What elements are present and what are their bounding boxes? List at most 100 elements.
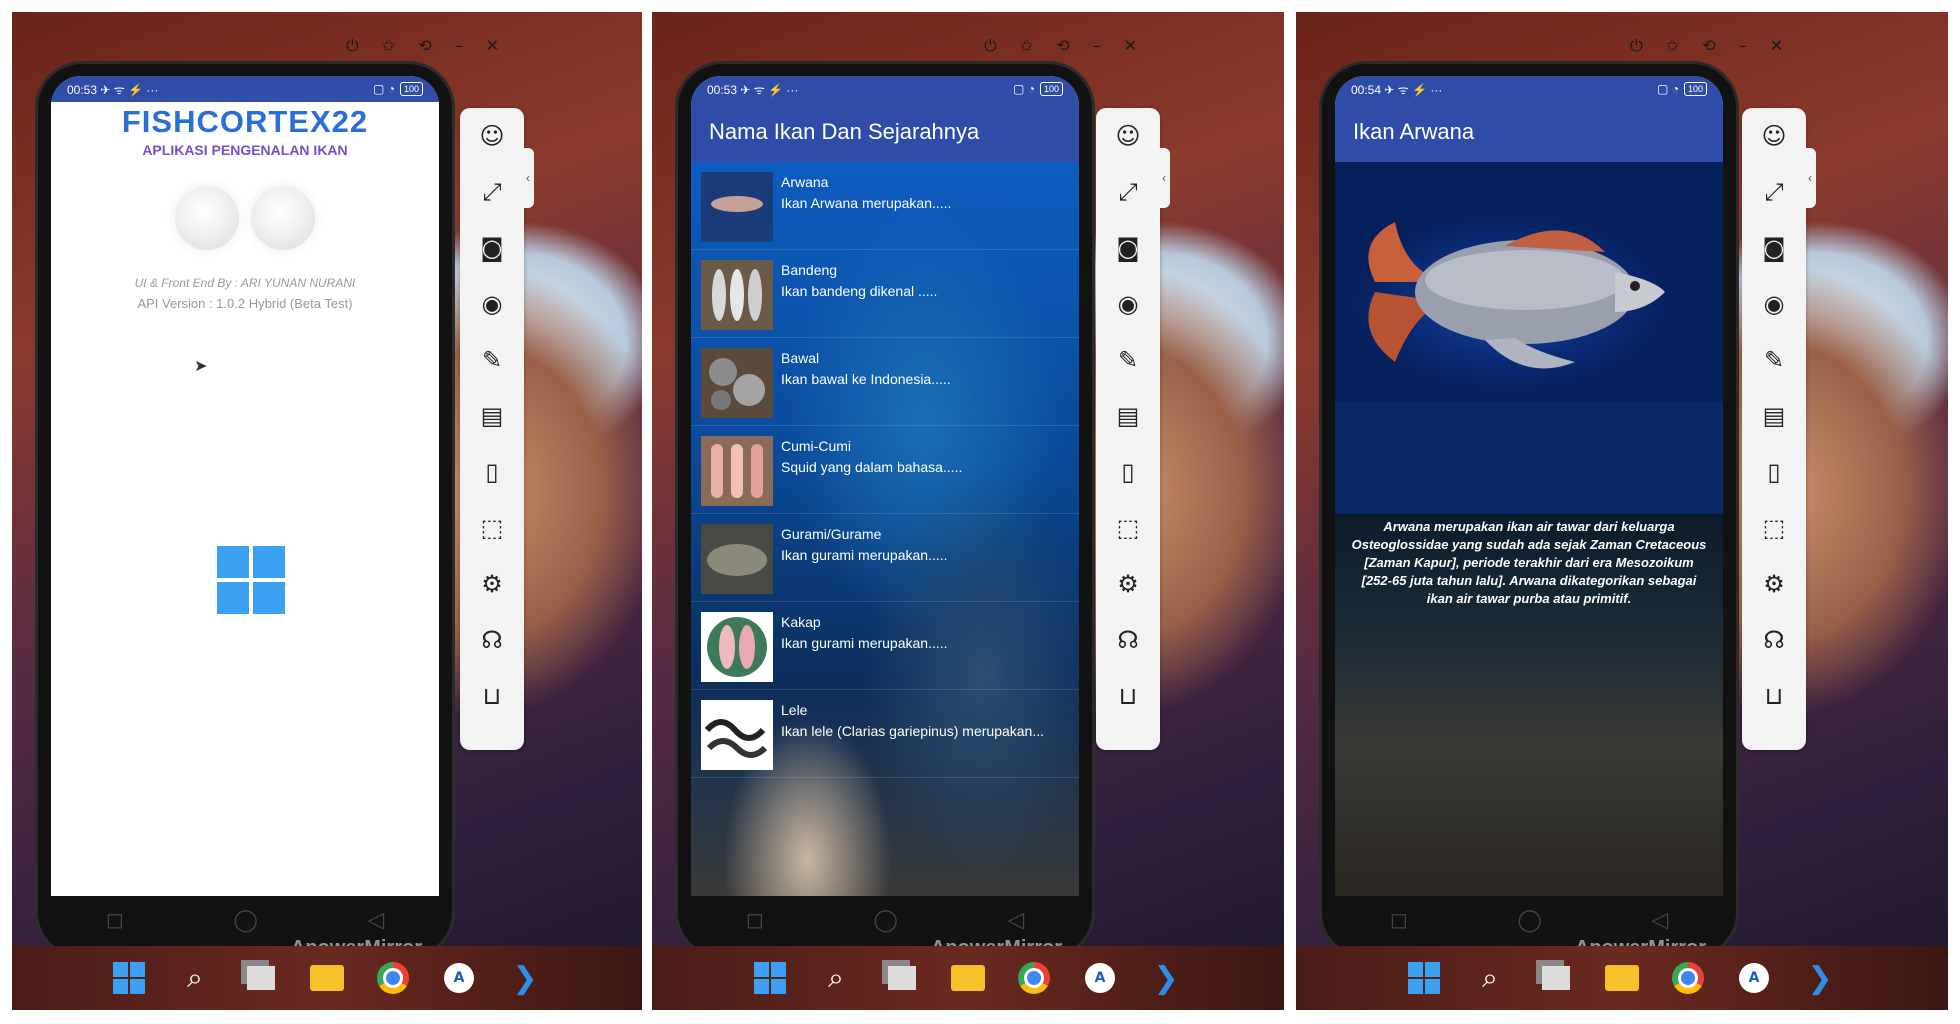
recent-apps-button[interactable]: ◻ <box>1390 907 1408 933</box>
mirror-window-controls[interactable]: ⏻ ✩ ⟲ – ✕ <box>984 36 1146 56</box>
brush-icon[interactable]: ✎ <box>460 332 524 388</box>
keyboard-icon[interactable]: ▤ <box>1742 388 1806 444</box>
keyboard-icon[interactable]: ▤ <box>460 388 524 444</box>
crop-icon[interactable]: ⬚ <box>1742 500 1806 556</box>
search-icon[interactable]: ⌕ <box>177 960 213 996</box>
home-button[interactable]: ◯ <box>233 907 258 933</box>
home-button[interactable]: ◯ <box>873 907 898 933</box>
panel-splash: ⏻ ✩ ⟲ – ✕ 00:53 ✈ ᯤ ⚡ ··· ▢ ◔ 100 FISHCOR… <box>12 12 642 1010</box>
collapse-toolbar-button[interactable]: ‹ <box>1804 148 1816 208</box>
mascot-icon[interactable]: ☺ <box>460 108 524 164</box>
list-item[interactable]: Gurami/Gurame Ikan gurami merupakan..... <box>691 514 1079 602</box>
collapse-toolbar-button[interactable]: ‹ <box>1158 148 1170 208</box>
list-item[interactable]: Bandeng Ikan bandeng dikenal ..... <box>691 250 1079 338</box>
status-bar: 00:54 ✈ ᯤ ⚡ ··· ▢ ◔ 100 <box>1335 76 1723 102</box>
home-button[interactable]: ◯ <box>1517 907 1542 933</box>
back-button[interactable]: ◁ <box>1007 907 1024 933</box>
crop-icon[interactable]: ⬚ <box>1096 500 1160 556</box>
recent-apps-button[interactable]: ◻ <box>106 907 124 933</box>
app-title: FISHCORTEX22 <box>121 104 369 139</box>
record-icon[interactable]: ◉ <box>1742 276 1806 332</box>
vscode-icon[interactable]: ❯ <box>1148 960 1184 996</box>
fish-thumbnail <box>701 524 773 594</box>
screen-off-icon[interactable]: ▯ <box>1742 444 1806 500</box>
app-bar-title: Ikan Arwana <box>1335 102 1723 162</box>
windows-start-icon[interactable] <box>111 960 147 996</box>
vscode-icon[interactable]: ❯ <box>1802 960 1838 996</box>
support-icon[interactable]: ☊ <box>1096 612 1160 668</box>
battery-indicator: 100 <box>399 82 423 96</box>
crop-icon[interactable]: ⬚ <box>460 500 524 556</box>
fish-name: Arwana <box>781 174 829 190</box>
support-icon[interactable]: ☊ <box>460 612 524 668</box>
chrome-icon[interactable] <box>375 960 411 996</box>
vscode-icon[interactable]: ❯ <box>507 960 543 996</box>
fish-desc: Ikan bawal ke Indonesia..... <box>781 371 951 387</box>
support-icon[interactable]: ☊ <box>1742 612 1806 668</box>
list-item[interactable]: Kakap Ikan gurami merupakan..... <box>691 602 1079 690</box>
mascot-icon[interactable]: ☺ <box>1096 108 1160 164</box>
collapse-toolbar-button[interactable]: ‹ <box>522 148 534 208</box>
record-icon[interactable]: ◉ <box>1096 276 1160 332</box>
file-explorer-icon[interactable] <box>309 960 345 996</box>
list-item[interactable]: Arwana Ikan Arwana merupakan..... <box>691 162 1079 250</box>
cart-icon[interactable]: ⊔ <box>460 668 524 724</box>
screenshot-icon[interactable]: ◙ <box>1742 220 1806 276</box>
search-icon[interactable]: ⌕ <box>1472 960 1508 996</box>
app-bar-title: Nama Ikan Dan Sejarahnya <box>691 102 1079 162</box>
task-view-icon[interactable] <box>243 960 279 996</box>
task-view-icon[interactable] <box>1538 960 1574 996</box>
status-bar: 00:53 ✈ ᯤ ⚡ ··· ▢ ◔ 100 <box>51 76 439 102</box>
status-icons: ✈ ᯤ ⚡ ··· <box>100 82 159 97</box>
panel-list: ⏻ ✩ ⟲ – ✕ 00:53 ✈ ᯤ ⚡ ··· ▢ ◔ 100 Nama Ik… <box>652 12 1284 1010</box>
keyboard-icon[interactable]: ▤ <box>1096 388 1160 444</box>
settings-icon[interactable]: ⚙ <box>1742 556 1806 612</box>
screenshot-icon[interactable]: ◙ <box>1096 220 1160 276</box>
mascot-icon[interactable]: ☺ <box>1742 108 1806 164</box>
chrome-icon[interactable] <box>1016 960 1052 996</box>
cart-icon[interactable]: ⊔ <box>1096 668 1160 724</box>
settings-icon[interactable]: ⚙ <box>1096 556 1160 612</box>
phone-screen: 00:53 ✈ ᯤ ⚡ ··· ▢ ◔ 100 FISHCORTEX22 APLI… <box>51 76 439 896</box>
list-item[interactable]: Bawal Ikan bawal ke Indonesia..... <box>691 338 1079 426</box>
recent-apps-button[interactable]: ◻ <box>746 907 764 933</box>
fish-description: Arwana merupakan ikan air tawar dari kel… <box>1351 519 1707 606</box>
mirror-window-controls[interactable]: ⏻ ✩ ⟲ – ✕ <box>346 36 508 56</box>
brush-icon[interactable]: ✎ <box>1742 332 1806 388</box>
list-item[interactable]: Lele Ikan lele (Clarias gariepinus) merup… <box>691 690 1079 778</box>
task-view-icon[interactable] <box>884 960 920 996</box>
app-icon[interactable]: A <box>441 960 477 996</box>
fish-thumbnail <box>701 172 773 242</box>
windows-start-icon[interactable] <box>1406 960 1442 996</box>
battery-indicator: 100 <box>1039 82 1063 96</box>
fish-list: Arwana Ikan Arwana merupakan..... Bandeng… <box>691 162 1079 896</box>
back-button[interactable]: ◁ <box>367 907 384 933</box>
brush-icon[interactable]: ✎ <box>1096 332 1160 388</box>
file-explorer-icon[interactable] <box>950 960 986 996</box>
fullscreen-icon[interactable]: ⤢ <box>460 164 524 220</box>
fullscreen-icon[interactable]: ⤢ <box>1096 164 1160 220</box>
windows-start-icon[interactable] <box>752 960 788 996</box>
status-icons-right: ▢ ◔ <box>373 82 395 96</box>
mouse-cursor-icon: ➤ <box>194 358 208 375</box>
search-icon[interactable]: ⌕ <box>818 960 854 996</box>
screen-off-icon[interactable]: ▯ <box>1096 444 1160 500</box>
fish-thumbnail <box>701 700 773 770</box>
chrome-icon[interactable] <box>1670 960 1706 996</box>
settings-icon[interactable]: ⚙ <box>460 556 524 612</box>
record-icon[interactable]: ◉ <box>460 276 524 332</box>
fullscreen-icon[interactable]: ⤢ <box>1742 164 1806 220</box>
file-explorer-icon[interactable] <box>1604 960 1640 996</box>
app-icon[interactable]: A <box>1082 960 1118 996</box>
back-button[interactable]: ◁ <box>1651 907 1668 933</box>
screenshot-icon[interactable]: ◙ <box>460 220 524 276</box>
phone-frame: 00:54 ✈ ᯤ ⚡ ··· ▢ ◔ 100 Ikan Arwana Arwa… <box>1322 64 1736 959</box>
screen-off-icon[interactable]: ▯ <box>460 444 524 500</box>
app-icon[interactable]: A <box>1736 960 1772 996</box>
fish-thumbnail <box>701 260 773 330</box>
cart-icon[interactable]: ⊔ <box>1742 668 1806 724</box>
fish-image <box>1335 162 1723 514</box>
fish-name: Bandeng <box>781 262 838 278</box>
mirror-window-controls[interactable]: ⏻ ✩ ⟲ – ✕ <box>1630 36 1792 56</box>
list-item[interactable]: Cumi-Cumi Squid yang dalam bahasa..... <box>691 426 1079 514</box>
